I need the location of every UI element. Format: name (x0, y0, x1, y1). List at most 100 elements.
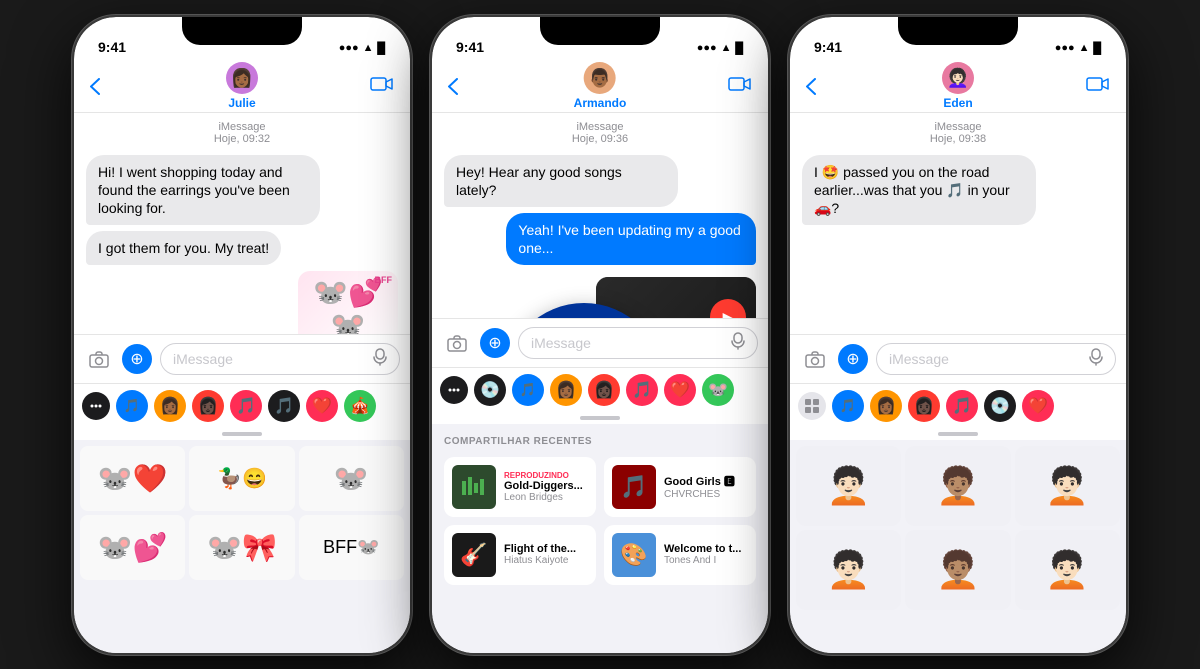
app-icon-3-1[interactable]: 👩🏿 (192, 390, 224, 422)
app-icon-memoji-3[interactable]: 👩🏾 (870, 390, 902, 422)
app-icon-audio-1[interactable]: 🎵 (116, 390, 148, 422)
contact-name-1: Julie (228, 96, 255, 110)
album-art-1 (452, 465, 496, 509)
app-icon-audio-3[interactable]: 🎵 (832, 390, 864, 422)
messages-2: iMessage Hoje, 09:36 Hey! Hear any good … (432, 113, 768, 318)
sticker-panel-1: 🐭❤️ 🦆😄 🐭 🐭💕 🐭🎀 BFF🐭 (74, 440, 410, 653)
app-icon-audio-2[interactable]: 🎵 (512, 374, 544, 406)
apps-button-2[interactable]: ⊕ (480, 328, 510, 358)
phone-1: 9:41 ●●● ▲ ▉ 👩🏾 Julie (72, 15, 412, 655)
back-button-1[interactable] (90, 78, 100, 95)
camera-button-2[interactable] (442, 328, 472, 358)
share-title-2: COMPARTILHAR RECENTES (444, 436, 756, 447)
message-input-1[interactable]: iMessage (160, 343, 400, 375)
memoji-4[interactable]: 🧑🏻‍🦱 (796, 530, 901, 610)
app-icon-heart-1[interactable]: ❤️ (306, 390, 338, 422)
share-info-1: REPRODUZINDO Gold-Diggers... Leon Bridge… (504, 471, 588, 503)
signal-icon-3: ●●● (1055, 42, 1075, 54)
sticker-4[interactable]: 🐭💕 (80, 515, 185, 580)
contact-info-1[interactable]: 👩🏾 Julie (226, 62, 258, 110)
memoji-1[interactable]: 🧑🏻‍🦱 (796, 446, 901, 526)
back-button-2[interactable] (448, 78, 458, 95)
sticker-1[interactable]: 🐭❤️ (80, 446, 185, 511)
contact-avatar-1: 👩🏾 (226, 62, 258, 94)
msg-3-1: I 🤩 passed you on the road earlier...was… (802, 155, 1036, 226)
time-3: 9:41 (814, 39, 842, 55)
app-icon-vinyl-1[interactable]: 🎵 (268, 390, 300, 422)
memoji-6[interactable]: 🧑🏻‍🦱 (1015, 530, 1120, 610)
app-icon-memoji-1[interactable]: 👩🏾 (154, 390, 186, 422)
memoji-3[interactable]: 🧑🏻‍🦱 (1015, 446, 1120, 526)
screen-1: 9:41 ●●● ▲ ▉ 👩🏾 Julie (74, 17, 410, 653)
apps-button-1[interactable]: ⊕ (122, 344, 152, 374)
screen-3: 9:41 ●●● ▲ ▉ 👩🏻‍🦱 Eden (790, 17, 1126, 653)
album-art-2: 🎵 (612, 465, 656, 509)
app-icon-vinyl-2[interactable]: 💿 (474, 374, 506, 406)
phone-3: 9:41 ●●● ▲ ▉ 👩🏻‍🦱 Eden (788, 15, 1128, 655)
video-button-3[interactable] (1086, 73, 1110, 99)
app-icon-3-2[interactable]: 👩🏿 (588, 374, 620, 406)
play-button-2[interactable]: ▶ (710, 299, 746, 317)
msg-1-2: I got them for you. My treat! (86, 231, 281, 265)
app-icon-sticker-1[interactable]: 🎪 (344, 390, 376, 422)
app-icon-3-3[interactable]: 👩🏿 (908, 390, 940, 422)
time-1: 9:41 (98, 39, 126, 55)
time-2: 9:41 (456, 39, 484, 55)
messages-1: iMessage Hoje, 09:32 Hi! I went shopping… (74, 113, 410, 334)
share-artist-2: CHVRCHES (664, 489, 748, 500)
share-artist-4: Tones And I (664, 555, 748, 566)
app-icon-vinyl-3[interactable]: 💿 (984, 390, 1016, 422)
memoji-grid-3: 🧑🏻‍🦱 🧑🏽‍🦱 🧑🏻‍🦱 🧑🏻‍🦱 🧑🏽‍🦱 🧑🏻‍🦱 (790, 440, 1126, 616)
status-icons-1: ●●● ▲ ▉ (339, 42, 386, 55)
memoji-panel-3: 🧑🏻‍🦱 🧑🏽‍🦱 🧑🏻‍🦱 🧑🏻‍🦱 🧑🏽‍🦱 🧑🏻‍🦱 (790, 440, 1126, 653)
share-item-2[interactable]: 🎵 Good Girls 🅴 CHVRCHES (604, 457, 756, 517)
msg-2-2: Yeah! I've been updating my a good one..… (506, 213, 756, 265)
app-selector-3[interactable] (798, 392, 826, 420)
share-item-4[interactable]: 🎨 Welcome to t... Tones And I (604, 525, 756, 585)
share-item-1[interactable]: REPRODUZINDO Gold-Diggers... Leon Bridge… (444, 457, 596, 517)
app-selector-2[interactable] (440, 376, 468, 404)
sticker-5[interactable]: 🐭🎀 (189, 515, 294, 580)
apps-button-3[interactable]: ⊕ (838, 344, 868, 374)
app-icon-music-3[interactable]: 🎵 (946, 390, 978, 422)
message-input-3[interactable]: iMessage (876, 343, 1116, 375)
app-icon-music-2[interactable]: 🎵 (626, 374, 658, 406)
contact-avatar-3: 👩🏻‍🦱 (942, 62, 974, 94)
share-song-1: Gold-Diggers... (504, 480, 588, 492)
app-icon-music-1[interactable]: 🎵 (230, 390, 262, 422)
video-button-2[interactable] (728, 73, 752, 99)
share-artist-1: Leon Bridges (504, 492, 588, 503)
share-item-3[interactable]: 🎸 Flight of the... Hiatus Kaiyote (444, 525, 596, 585)
notch-3 (898, 17, 1018, 45)
app-icon-sticker-2[interactable]: 🐭 (702, 374, 734, 406)
status-icons-3: ●●● ▲ ▉ (1055, 42, 1102, 55)
app-icon-heart-2[interactable]: ❤️ (664, 374, 696, 406)
memoji-5[interactable]: 🧑🏽‍🦱 (905, 530, 1010, 610)
sticker-2[interactable]: 🦆😄 (189, 446, 294, 511)
contact-info-2[interactable]: 👨🏾 Armando (574, 62, 627, 110)
app-icon-heart-3[interactable]: ❤️ (1022, 390, 1054, 422)
app-icon-memoji-2[interactable]: 👩🏾 (550, 374, 582, 406)
mic-icon-1 (373, 348, 387, 369)
memoji-2[interactable]: 🧑🏽‍🦱 (905, 446, 1010, 526)
messages-area-2: iMessage Hoje, 09:36 Hey! Hear any good … (432, 113, 768, 318)
nav-bar-1: 👩🏾 Julie (74, 61, 410, 113)
video-button-1[interactable] (370, 73, 394, 99)
app-selector-1[interactable] (82, 392, 110, 420)
back-button-3[interactable] (806, 78, 816, 95)
input-placeholder-1: iMessage (173, 351, 233, 367)
share-song-3: Flight of the... (504, 543, 588, 555)
sticker-6[interactable]: BFF🐭 (299, 515, 404, 580)
camera-button-3[interactable] (800, 344, 830, 374)
messages-3: iMessage Hoje, 09:38 I 🤩 passed you on t… (790, 113, 1126, 334)
signal-icon-2: ●●● (697, 42, 717, 54)
sticker-3[interactable]: 🐭 (299, 446, 404, 511)
camera-button-1[interactable] (84, 344, 114, 374)
message-input-2[interactable]: iMessage (518, 327, 758, 359)
contact-info-3[interactable]: 👩🏻‍🦱 Eden (942, 62, 974, 110)
input-area-1: ⊕ iMessage (74, 334, 410, 383)
share-grid-2: REPRODUZINDO Gold-Diggers... Leon Bridge… (444, 457, 756, 585)
nav-bar-3: 👩🏻‍🦱 Eden (790, 61, 1126, 113)
share-artist-3: Hiatus Kaiyote (504, 555, 588, 566)
wifi-icon-1: ▲ (363, 42, 374, 54)
